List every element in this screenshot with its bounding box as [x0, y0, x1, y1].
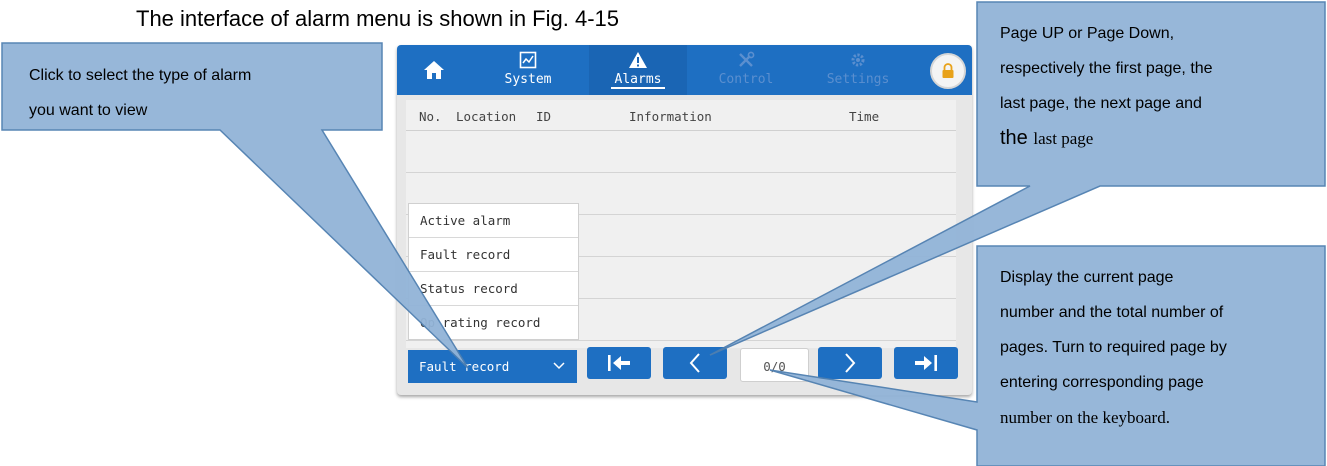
top-right-callout-line: last page, the next page and: [1000, 95, 1202, 112]
left-callout-line: Click to select the type of alarm: [29, 67, 252, 84]
top-right-callout-text: Page UP or Page Down, respectively the f…: [1000, 16, 1213, 157]
bottom-right-callout-line: number and the total number of: [1000, 304, 1224, 321]
bottom-right-callout-line: number on the keyboard.: [1000, 408, 1170, 427]
top-right-callout-last-b: last page: [1033, 129, 1094, 148]
left-callout-text: Click to select the type of alarm you wa…: [29, 58, 251, 128]
bottom-right-callout-line: pages. Turn to required page by: [1000, 339, 1227, 356]
left-callout-line: you want to view: [29, 102, 148, 119]
top-right-callout-last-a: the: [1000, 127, 1034, 149]
bottom-right-callout-line: entering corresponding page: [1000, 374, 1204, 391]
top-right-callout-line: respectively the first page, the: [1000, 60, 1213, 77]
top-right-callout-line: Page UP or Page Down,: [1000, 25, 1175, 42]
top-right-callout-line: the last page: [1000, 121, 1213, 157]
bottom-right-callout-line: Display the current page: [1000, 269, 1174, 286]
bottom-right-callout-text: Display the current page number and the …: [1000, 260, 1227, 435]
